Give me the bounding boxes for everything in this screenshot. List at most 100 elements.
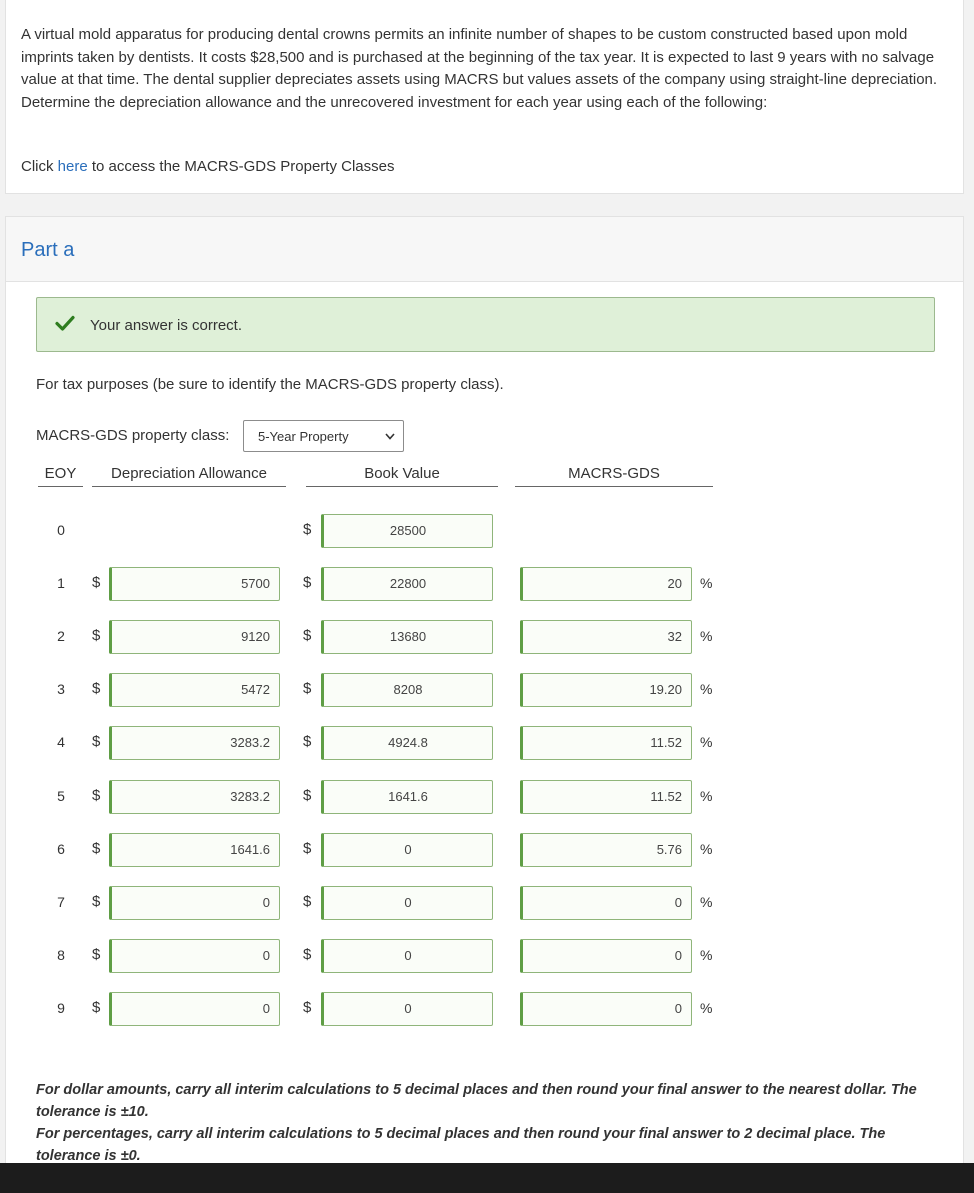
macrs-rate-input[interactable]: 32	[520, 620, 692, 655]
currency-symbol: $	[303, 945, 312, 963]
currency-symbol: $	[303, 786, 312, 804]
currency-symbol: $	[303, 733, 312, 751]
currency-symbol: $	[303, 680, 312, 698]
macrs-rate-input[interactable]: 19.20	[520, 673, 692, 708]
currency-symbol: $	[92, 945, 101, 963]
percent-symbol: %	[700, 575, 713, 592]
macrs-rate-input[interactable]: 11.52	[520, 779, 692, 814]
percent-symbol: %	[700, 787, 713, 804]
depreciation-input[interactable]: 3283.2	[109, 779, 280, 814]
here-link[interactable]: here	[58, 158, 88, 175]
eoy-cell: 3	[57, 681, 65, 698]
eoy-cell: 4	[57, 734, 65, 751]
table-row: 2 $9120 $13680 32%	[6, 620, 963, 655]
access-line: Click here to access the MACRS-GDS Prope…	[21, 158, 394, 175]
book-value-input[interactable]: 8208	[321, 673, 493, 708]
chevron-down-icon	[385, 433, 395, 440]
currency-symbol: $	[92, 627, 101, 645]
depreciation-input[interactable]: 5700	[109, 567, 280, 602]
book-value-input[interactable]: 28500	[321, 514, 493, 548]
table-row: 6 $1641.6 $0 5.76%	[6, 832, 963, 867]
tolerance-notes: For dollar amounts, carry all interim ca…	[36, 1079, 941, 1167]
eoy-cell: 9	[57, 999, 65, 1016]
eoy-cell: 8	[57, 946, 65, 963]
part-header: Part a	[6, 217, 963, 282]
currency-symbol: $	[303, 627, 312, 645]
eoy-cell: 7	[57, 893, 65, 910]
book-value-input[interactable]: 0	[321, 885, 493, 920]
depreciation-input[interactable]: 5472	[109, 673, 280, 708]
check-icon	[55, 315, 75, 331]
macrs-rate-input[interactable]: 0	[520, 991, 692, 1026]
instruction-text: For tax purposes (be sure to identify th…	[36, 376, 504, 393]
depreciation-input[interactable]: 3283.2	[109, 726, 280, 761]
macrs-rate-input[interactable]: 5.76	[520, 832, 692, 867]
table-row: 0 $28500	[6, 514, 963, 548]
percent-symbol: %	[700, 999, 713, 1016]
book-value-input[interactable]: 13680	[321, 620, 493, 655]
correct-text: Your answer is correct.	[90, 317, 243, 334]
macrs-rate-input[interactable]: 0	[520, 885, 692, 920]
header-macrs: MACRS-GDS	[515, 465, 713, 487]
eoy-cell: 2	[57, 628, 65, 645]
macrs-rate-input[interactable]: 20	[520, 567, 692, 602]
currency-symbol: $	[92, 892, 101, 910]
correct-banner: Your answer is correct.	[36, 297, 935, 352]
header-eoy: EOY	[38, 465, 83, 487]
access-prefix: Click	[21, 158, 58, 175]
depreciation-input[interactable]: 0	[109, 938, 280, 973]
header-book-value: Book Value	[306, 465, 498, 487]
table-row: 8 $0 $0 0%	[6, 938, 963, 973]
book-value-input[interactable]: 1641.6	[321, 779, 493, 814]
table-row: 1 $5700 $22800 20%	[6, 567, 963, 602]
table-row: 4 $3283.2 $4924.8 11.52%	[6, 726, 963, 761]
currency-symbol: $	[92, 998, 101, 1016]
depreciation-input[interactable]: 1641.6	[109, 832, 280, 867]
book-value-input[interactable]: 4924.8	[321, 726, 493, 761]
part-title: Part a	[21, 239, 75, 261]
question-text: A virtual mold apparatus for producing d…	[21, 26, 938, 111]
table-row: 9 $0 $0 0%	[6, 991, 963, 1026]
currency-symbol: $	[92, 839, 101, 857]
currency-symbol: $	[303, 839, 312, 857]
currency-symbol: $	[92, 680, 101, 698]
depreciation-input[interactable]: 9120	[109, 620, 280, 655]
eoy-cell: 5	[57, 787, 65, 804]
book-value-input[interactable]: 22800	[321, 567, 493, 602]
eoy-cell: 6	[57, 840, 65, 857]
currency-symbol: $	[303, 892, 312, 910]
property-class-select[interactable]: 5-Year Property	[243, 420, 404, 452]
table-row: 3 $5472 $8208 19.20%	[6, 673, 963, 708]
depreciation-input[interactable]: 0	[109, 885, 280, 920]
footer-bar	[0, 1163, 974, 1193]
header-depreciation: Depreciation Allowance	[92, 465, 286, 487]
percent-symbol: %	[700, 734, 713, 751]
percent-symbol: %	[700, 840, 713, 857]
percent-symbol: %	[700, 893, 713, 910]
question-card: A virtual mold apparatus for producing d…	[5, 0, 964, 194]
table-row: 7 $0 $0 0%	[6, 885, 963, 920]
currency-symbol: $	[92, 574, 101, 592]
currency-symbol: $	[303, 998, 312, 1016]
book-value-input[interactable]: 0	[321, 938, 493, 973]
currency-symbol: $	[303, 521, 312, 538]
percent-symbol: %	[700, 628, 713, 645]
depreciation-input[interactable]: 0	[109, 991, 280, 1026]
percent-symbol: %	[700, 946, 713, 963]
part-a-card: Part a Your answer is correct. For tax p…	[5, 216, 964, 1176]
percent-symbol: %	[700, 681, 713, 698]
currency-symbol: $	[92, 733, 101, 751]
book-value-input[interactable]: 0	[321, 832, 493, 867]
currency-symbol: $	[92, 786, 101, 804]
percent-note: For percentages, carry all interim calcu…	[36, 1126, 886, 1164]
access-suffix: to access the MACRS-GDS Property Classes	[87, 158, 395, 175]
currency-symbol: $	[303, 574, 312, 592]
eoy-cell: 0	[57, 522, 65, 538]
eoy-cell: 1	[57, 575, 65, 592]
property-class-label: MACRS-GDS property class:	[36, 427, 230, 444]
table-row: 5 $3283.2 $1641.6 11.52%	[6, 779, 963, 814]
property-class-value: 5-Year Property	[258, 429, 349, 444]
book-value-input[interactable]: 0	[321, 991, 493, 1026]
macrs-rate-input[interactable]: 11.52	[520, 726, 692, 761]
macrs-rate-input[interactable]: 0	[520, 938, 692, 973]
